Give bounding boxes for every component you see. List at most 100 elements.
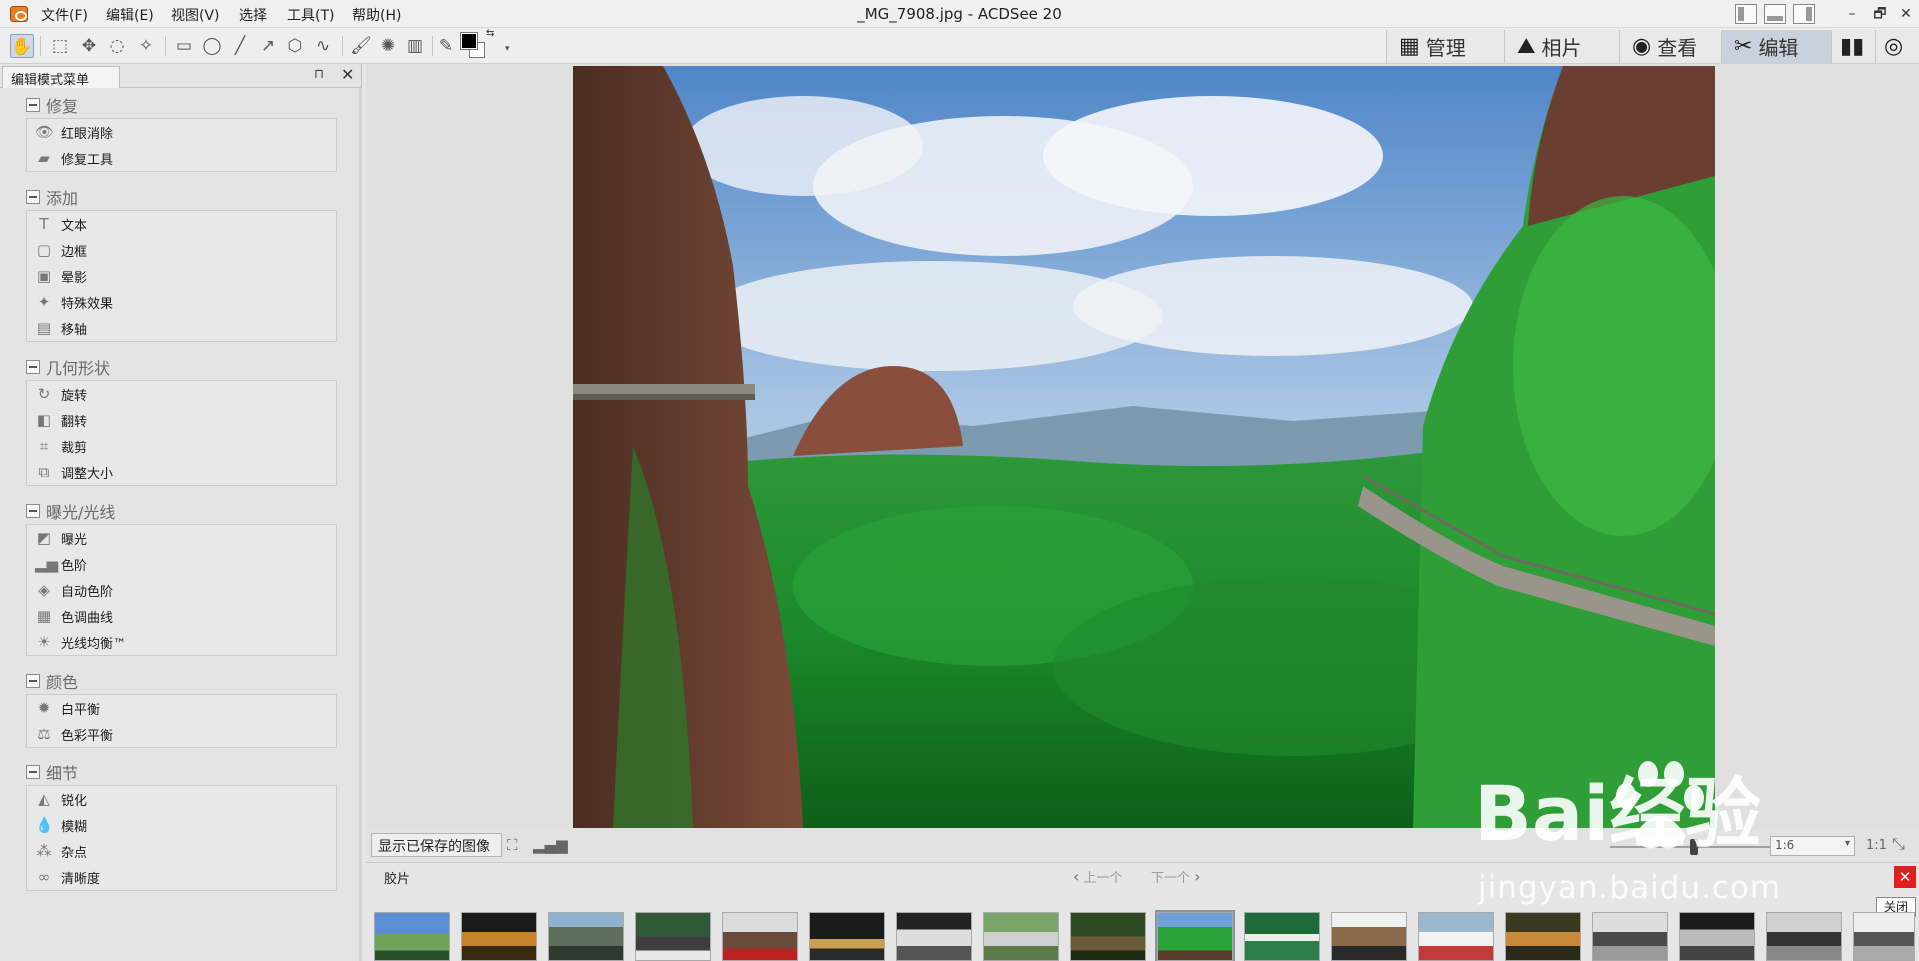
move-icon[interactable]: ✥ (77, 34, 101, 58)
histogram-icon[interactable]: ▂▄▆ (533, 836, 568, 854)
collapse-icon[interactable] (26, 674, 40, 688)
menu-view[interactable]: 视图(V) (171, 5, 220, 25)
group-header-color[interactable]: 颜色 (26, 670, 78, 692)
magic-wand-icon[interactable]: ✧ (134, 34, 158, 58)
tool-sharpen[interactable]: ◭ 锐化 (27, 786, 336, 812)
filmstrip-thumb[interactable] (1244, 912, 1320, 961)
tool-lighting[interactable]: ☀ 光线均衡™ (27, 629, 336, 655)
filmstrip-thumb[interactable] (1331, 912, 1407, 961)
tool-crop[interactable]: ⌗ 裁剪 (27, 433, 336, 459)
group-header-geometry[interactable]: 几何形状 (26, 356, 110, 378)
mode-manage-tab[interactable]: ▦ 管理 (1386, 30, 1504, 63)
tool-white-balance[interactable]: ✹ 白平衡 (27, 695, 336, 721)
filmstrip-thumb[interactable] (1592, 912, 1668, 961)
tool-flip[interactable]: ◧ 翻转 (27, 407, 336, 433)
filmstrip-next-button[interactable]: 下一个 › (1151, 867, 1201, 886)
gradient-icon[interactable]: ▥ (403, 34, 427, 58)
curve-icon[interactable]: ∿ (311, 34, 335, 58)
filmstrip-thumb[interactable] (461, 912, 537, 961)
lasso-icon[interactable]: ◌ (105, 34, 129, 58)
close-window-button[interactable]: ✕ (1894, 3, 1918, 25)
filmstrip-thumb[interactable] (722, 912, 798, 961)
filmstrip-thumb[interactable] (548, 912, 624, 961)
filmstrip-thumb[interactable] (1505, 912, 1581, 961)
collapse-icon[interactable] (26, 765, 40, 779)
tool-special-effects[interactable]: ✦ 特殊效果 (27, 289, 336, 315)
group-header-add[interactable]: 添加 (26, 186, 78, 208)
menu-file[interactable]: 文件(F) (41, 5, 88, 25)
tool-tilt-shift[interactable]: ▤ 移轴 (27, 315, 336, 341)
filmstrip-thumb[interactable] (1679, 912, 1755, 961)
mode-develop-tab[interactable]: ◎ (1875, 30, 1919, 63)
ellipse-icon[interactable]: ◯ (200, 34, 224, 58)
layout-left-icon[interactable] (1735, 4, 1757, 24)
tool-resize[interactable]: ⧉ 调整大小 (27, 459, 336, 485)
filmstrip-thumb[interactable] (896, 912, 972, 961)
eyedropper-icon[interactable]: ✎ (434, 34, 458, 58)
tool-clarity[interactable]: ∞ 清晰度 (27, 864, 336, 890)
tool-text[interactable]: T 文本 (27, 211, 336, 237)
hand-tool-icon[interactable]: ✋ (10, 34, 34, 58)
filmstrip-thumb-selected[interactable] (1155, 910, 1235, 961)
tool-red-eye[interactable]: 👁 红眼消除 (27, 119, 336, 145)
toolbar-more-icon[interactable]: ▾ (505, 44, 510, 54)
fit-screen-icon[interactable]: ⛶ (507, 836, 518, 854)
brush-icon[interactable]: 🖌 (349, 34, 373, 58)
panel-tab[interactable]: 编辑模式菜单 (2, 66, 120, 88)
filmstrip-thumb[interactable] (809, 912, 885, 961)
filmstrip-thumb[interactable] (1418, 912, 1494, 961)
filmstrip-thumb[interactable] (983, 912, 1059, 961)
menu-select[interactable]: 选择 (239, 5, 267, 25)
group-header-detail[interactable]: 细节 (26, 761, 78, 783)
panel-close-icon[interactable]: ✕ (341, 65, 354, 84)
line-icon[interactable]: ╱ (228, 34, 252, 58)
group-header-repair[interactable]: 修复 (26, 94, 78, 116)
filmstrip-thumb[interactable] (1070, 912, 1146, 961)
tool-rotate[interactable]: ↻ 旋转 (27, 381, 336, 407)
polygon-icon[interactable]: ⬡ (283, 34, 307, 58)
select-transform-icon[interactable]: ⬚ (48, 34, 72, 58)
acdsee-app-icon[interactable] (10, 6, 28, 22)
filmstrip-thumb[interactable] (374, 912, 450, 961)
mode-view-tab[interactable]: ◉ 查看 (1619, 30, 1721, 63)
arrow-icon[interactable]: ↗ (256, 34, 280, 58)
minimize-button[interactable]: – (1840, 3, 1864, 25)
filmstrip-thumb[interactable] (1766, 912, 1842, 961)
filmstrip-thumb[interactable] (635, 912, 711, 961)
tool-repair[interactable]: ▰ 修复工具 (27, 145, 336, 171)
group-header-exposure[interactable]: 曝光/光线 (26, 500, 115, 522)
restore-button[interactable]: 🗗 (1868, 3, 1892, 25)
filmstrip-thumb[interactable] (1853, 912, 1915, 961)
tool-blur[interactable]: 💧 模糊 (27, 812, 336, 838)
layout-bottom-icon[interactable] (1764, 4, 1786, 24)
tool-exposure[interactable]: ◩ 曝光 (27, 525, 336, 551)
layout-right-icon[interactable] (1793, 4, 1815, 24)
tool-noise[interactable]: ⁂ 杂点 (27, 838, 336, 864)
tool-vignette[interactable]: ▣ 晕影 (27, 263, 336, 289)
tool-color-balance[interactable]: ⚖ 色彩平衡 (27, 721, 336, 747)
collapse-icon[interactable] (26, 190, 40, 204)
pin-icon[interactable]: ⊓ (314, 67, 324, 82)
collapse-icon[interactable] (26, 360, 40, 374)
menu-edit[interactable]: 编辑(E) (106, 5, 154, 25)
group-add: T 文本 ▢ 边框 ▣ 晕影 ✦ 特殊效果 ▤ 移轴 (26, 210, 337, 342)
clone-icon[interactable]: ✺ (376, 34, 400, 58)
tool-auto-levels[interactable]: ◈ 自动色阶 (27, 577, 336, 603)
menu-tools[interactable]: 工具(T) (287, 5, 334, 25)
panel-scrollbar[interactable] (359, 88, 362, 961)
collapse-icon[interactable] (26, 98, 40, 112)
swap-colors-icon[interactable]: ⇆ (486, 28, 494, 39)
rectangle-icon[interactable]: ▭ (172, 34, 196, 58)
menu-help[interactable]: 帮助(H) (352, 5, 401, 25)
collapse-icon[interactable] (26, 504, 40, 518)
main-photo[interactable] (573, 66, 1715, 828)
tool-levels[interactable]: ▂▅ 色阶 (27, 551, 336, 577)
mode-edit-tab[interactable]: ✂ 编辑 (1721, 30, 1831, 63)
tool-tone-curves[interactable]: ▦ 色调曲线 (27, 603, 336, 629)
foreground-color-swatch[interactable] (460, 32, 478, 50)
mode-photos-tab[interactable]: ⛰ 相片 (1504, 30, 1619, 63)
tool-border[interactable]: ▢ 边框 (27, 237, 336, 263)
mode-dashboard-tab[interactable]: ▮▮ (1831, 30, 1875, 63)
filmstrip-prev-button[interactable]: ‹ 上一个 (1073, 867, 1123, 886)
show-saved-image-button[interactable]: 显示已保存的图像 (371, 833, 502, 857)
